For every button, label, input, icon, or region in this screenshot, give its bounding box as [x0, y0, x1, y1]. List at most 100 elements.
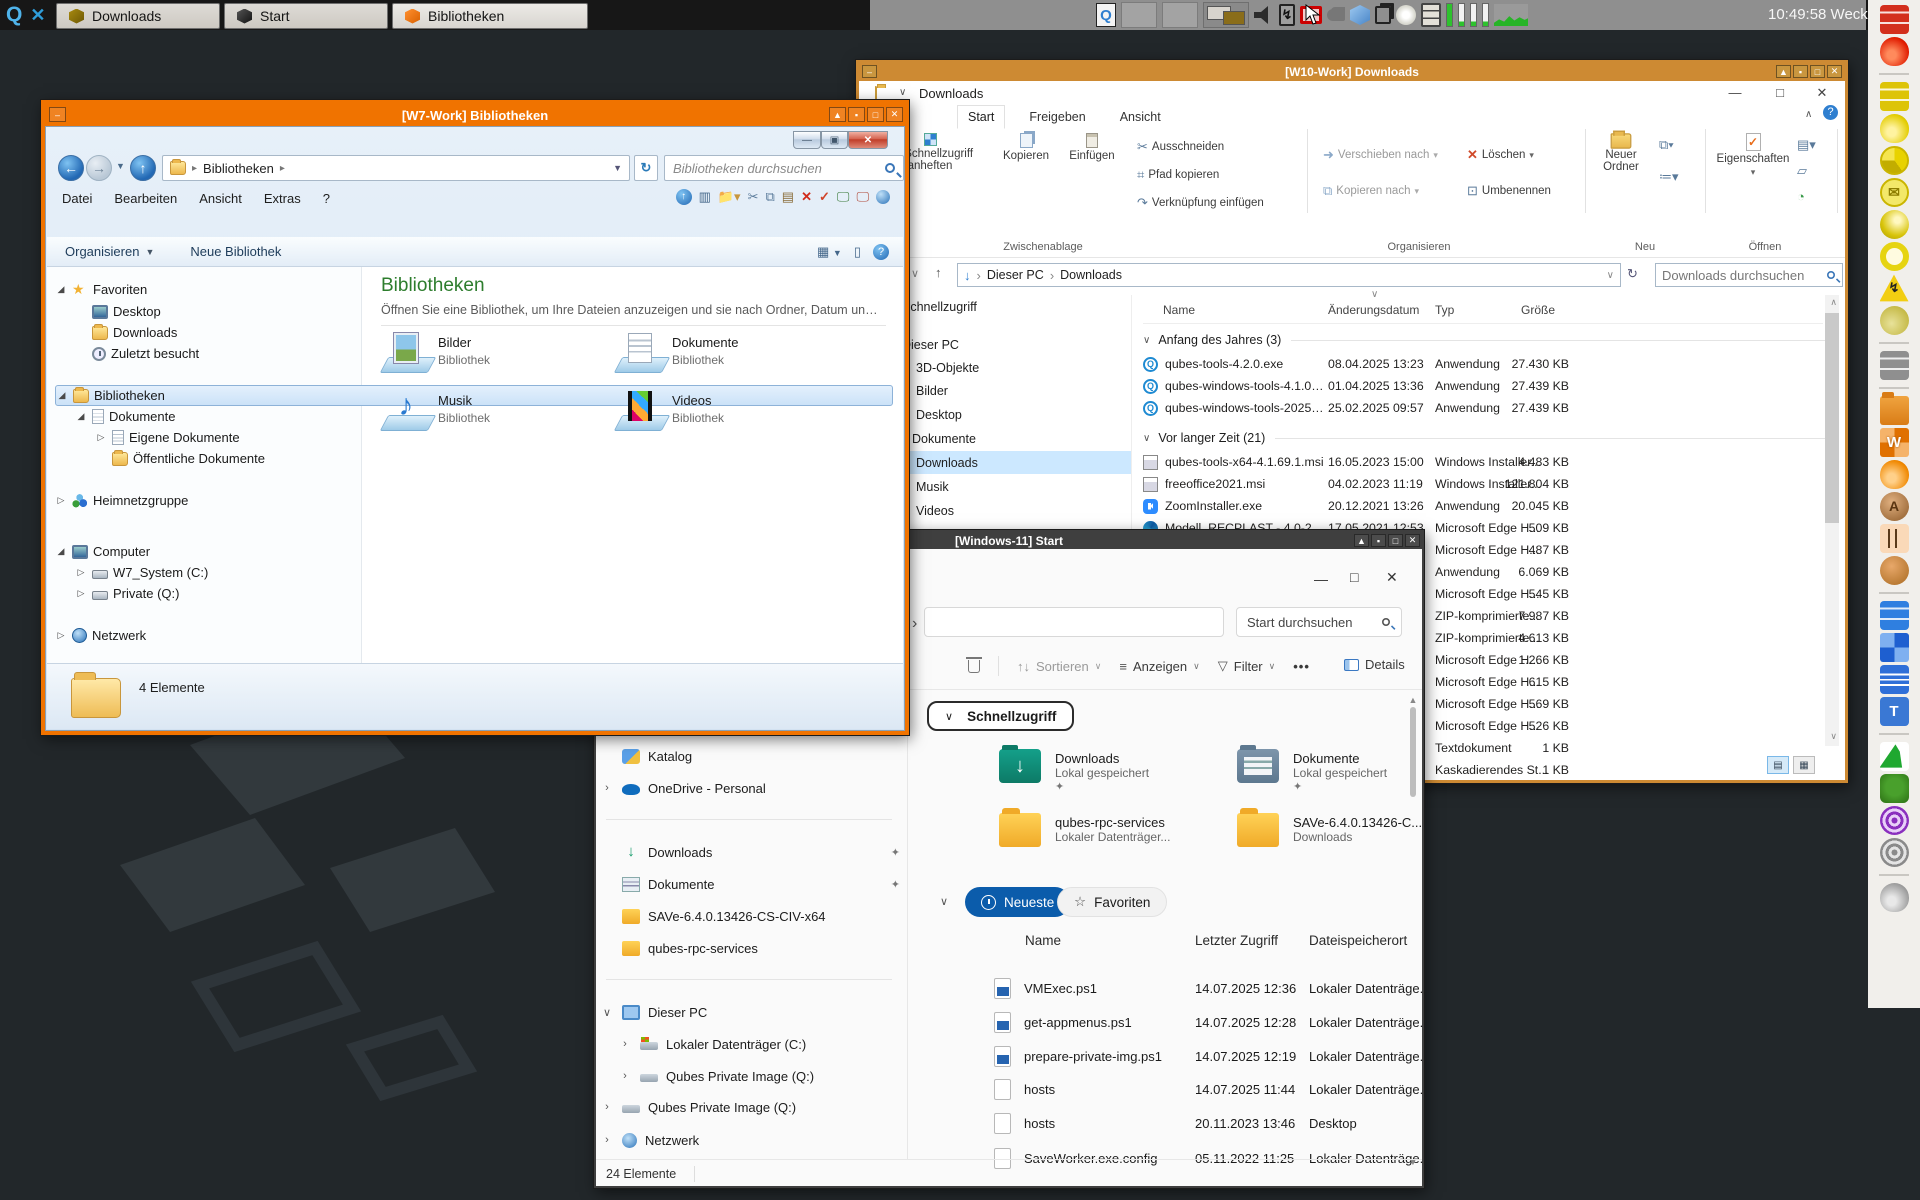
keys-yellow-icon[interactable] [1880, 306, 1909, 335]
mixer-icon[interactable] [1880, 524, 1909, 553]
up-icon[interactable]: ↑ [935, 265, 942, 280]
expander-icon[interactable]: ◢ [56, 390, 68, 401]
table-row[interactable]: hosts14.07.2025 11:44Lokaler Datenträge.… [986, 1074, 1392, 1104]
load-meter[interactable] [1482, 3, 1489, 27]
tree-item--ffentliche-dokumente[interactable]: Öffentliche Dokumente [55, 448, 893, 469]
wireshark-icon[interactable] [1880, 742, 1909, 771]
frog-green-icon[interactable] [1880, 774, 1909, 803]
clipboard-icon[interactable] [1375, 6, 1391, 24]
qubes-logo-icon[interactable]: Q [6, 2, 22, 28]
files-blue-icon[interactable] [1880, 601, 1909, 630]
menu-extras[interactable]: Extras [264, 191, 301, 206]
maximize-button[interactable]: □ [1810, 65, 1825, 78]
firefox-red-icon[interactable] [1880, 37, 1909, 66]
details-view-button[interactable]: ▤ [1767, 756, 1789, 774]
view-button[interactable]: ≡Anzeigen∨ [1119, 659, 1199, 674]
table-row[interactable]: qubes-tools-x64-4.1.69.1.msi16.05.2023 1… [859, 451, 1843, 473]
teams-blue-icon[interactable]: T [1880, 697, 1909, 726]
firefox-gray-icon[interactable] [1880, 883, 1909, 912]
chevron-icon[interactable]: › [618, 1038, 632, 1050]
titlebar[interactable]: [W7-Work] Bibliotheken [45, 104, 905, 126]
column-date[interactable]: Änderungsdatum [1328, 303, 1419, 317]
search-box[interactable]: Downloads durchsuchen [1655, 263, 1843, 287]
history-dropdown-icon[interactable]: ▼ [116, 161, 125, 171]
volume-icon[interactable] [1254, 5, 1274, 25]
disc-yellow-icon[interactable] [1880, 242, 1909, 271]
chevron-icon[interactable]: ∨ [600, 1006, 614, 1019]
workspace-pager[interactable] [1203, 2, 1249, 28]
maximize-button[interactable]: □ [1388, 534, 1403, 547]
files-tray-icon[interactable] [1421, 3, 1441, 27]
files-gray-icon[interactable] [1880, 351, 1909, 380]
address-dropdown-icon[interactable]: ▼ [613, 163, 622, 173]
minimize-left-button[interactable]: – [49, 107, 66, 122]
table-row[interactable]: prepare-private-img.ps114.07.2025 12:19L… [986, 1041, 1392, 1071]
close-icon[interactable]: ✕ [1386, 569, 1398, 586]
quick-tile-qubes-rpc-services[interactable]: qubes-rpc-servicesLokaler Datenträger... [999, 813, 1041, 847]
help-icon[interactable]: ? [873, 244, 889, 260]
expander-icon[interactable]: ◢ [55, 284, 67, 295]
shade-button[interactable]: ▲ [829, 107, 846, 122]
table-row[interactable]: ZoomInstaller.exe20.12.2021 13:26Anwendu… [859, 495, 1843, 517]
sidebar-item-downloads[interactable]: Downloads✦ [600, 837, 900, 867]
disk-icon[interactable] [1396, 5, 1416, 25]
thumbnail-view-button[interactable]: ▦ [1793, 756, 1815, 774]
sidebar-item-save-6-4-0-13426-cs-civ-x64[interactable]: SAVe-6.4.0.13426-CS-CIV-x64 [600, 901, 900, 931]
app-menu-icon[interactable]: ✕ [30, 5, 45, 26]
tor-gray-icon[interactable] [1880, 838, 1909, 867]
column-size[interactable]: Größe [1521, 303, 1555, 317]
paste-icon[interactable]: ▤ [782, 189, 794, 205]
expander-icon[interactable]: ◢ [75, 411, 87, 422]
copy-icon[interactable]: ⧉ [766, 189, 775, 205]
sidebar-item-katalog[interactable]: Katalog [600, 741, 900, 771]
new-library-button[interactable]: Neue Bibliothek [190, 244, 281, 259]
library-item-videos[interactable]: VideosBibliothek [618, 391, 664, 431]
files-red-icon[interactable] [1880, 5, 1909, 34]
globe-icon[interactable] [876, 190, 890, 204]
close-button[interactable]: ✕ [1827, 65, 1842, 78]
chevron-icon[interactable]: › [600, 1101, 614, 1113]
task-button-bibliotheken[interactable]: Bibliotheken [392, 3, 588, 29]
menu-?[interactable]: ? [323, 191, 330, 206]
new-folder-icon[interactable]: 📁▾ [718, 189, 741, 205]
coin-a-brown-icon[interactable]: A [1880, 492, 1909, 521]
workspace-cell[interactable] [1121, 2, 1157, 28]
titlebar[interactable]: [W10-Work] Downloads [859, 63, 1845, 81]
trash-icon[interactable] [968, 660, 980, 673]
remote-x-icon[interactable]: 🖵 [856, 189, 869, 205]
recent-pill[interactable]: Neueste [965, 887, 1070, 917]
column-name[interactable]: Name [1025, 933, 1061, 948]
breadcrumb[interactable]: Bibliotheken [203, 161, 274, 176]
chevron-icon[interactable]: › [618, 1070, 632, 1082]
firefox-orange-icon[interactable] [1880, 460, 1909, 489]
tor-purple-icon[interactable] [1880, 806, 1909, 835]
more-options-icon[interactable]: ••• [1293, 659, 1310, 674]
menu-bearbeiten[interactable]: Bearbeiten [114, 191, 177, 206]
sort-button[interactable]: ↑↓Sortieren∨ [1017, 659, 1101, 674]
library-item-dokumente[interactable]: DokumenteBibliothek [618, 333, 664, 373]
quick-tile-dokumente[interactable]: DokumenteLokal gespeichert✦ [1237, 749, 1279, 783]
group-header[interactable]: Vor langer Zeit (21) [1158, 431, 1265, 445]
favorites-pill[interactable]: ☆ Favoriten [1057, 887, 1167, 917]
address-bar[interactable]: ↓ › Dieser PC › Downloads ∨ [957, 263, 1621, 287]
table-row[interactable]: hosts20.11.2023 13:46Desktop [986, 1108, 1392, 1138]
folder-orange-icon[interactable] [1880, 396, 1909, 425]
quick-tile-save-6-4-0-13426-c-[interactable]: SAVe-6.4.0.13426-C...Downloads [1237, 813, 1279, 847]
column-name[interactable]: Name [1163, 303, 1195, 317]
cut-icon[interactable]: ✂ [748, 189, 759, 205]
library-item-musik[interactable]: ♪MusikBibliothek [384, 391, 430, 431]
column-last-access[interactable]: Letzter Zugriff [1195, 933, 1278, 948]
tree-item-computer[interactable]: ◢Computer [55, 541, 893, 562]
close-button[interactable]: ✕ [1405, 534, 1420, 547]
panes-icon[interactable]: ▥ [699, 189, 711, 205]
tree-item-private-q-[interactable]: ▷Private (Q:) [55, 583, 893, 604]
load-meter[interactable] [1458, 3, 1465, 27]
sidebar-item-qubes-rpc-services[interactable]: qubes-rpc-services [600, 933, 900, 963]
maximize-icon[interactable]: □ [1350, 569, 1358, 585]
group-header[interactable]: Anfang des Jahres (3) [1158, 333, 1281, 347]
sidebar-item-qubes-private-image-q-[interactable]: ›Qubes Private Image (Q:) [600, 1092, 900, 1122]
remote-ok-icon[interactable]: 🖵 [837, 189, 850, 205]
expander-icon[interactable]: ▷ [75, 567, 87, 578]
shade-button[interactable]: ▲ [1354, 534, 1369, 547]
delete-icon[interactable]: ✕ [801, 189, 812, 205]
